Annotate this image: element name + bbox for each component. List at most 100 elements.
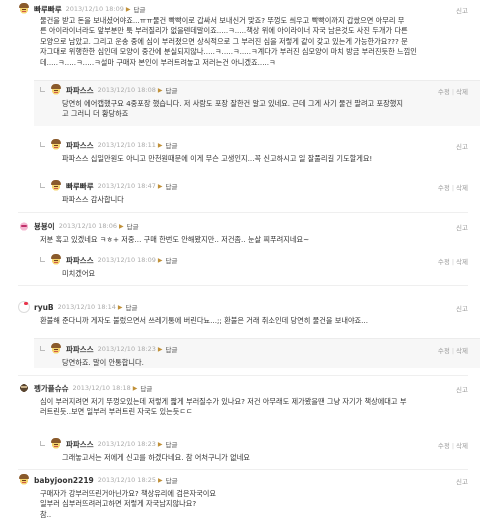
comment-date: 2013/12/10 18:23 xyxy=(97,345,156,353)
delete-link[interactable]: 삭제 xyxy=(456,258,468,266)
reply-link[interactable]: 답글 xyxy=(166,255,178,265)
comment-actions: 신고 xyxy=(456,384,468,394)
divider xyxy=(18,285,468,286)
comment-body: 심이 부러지려면 저기 뚜껑오있는데 저렇게 짧게 부러질수가 있나요? 저건 … xyxy=(40,397,407,417)
edit-link[interactable]: 수정 xyxy=(438,88,450,96)
comment-date: 2013/12/10 18:25 xyxy=(97,476,157,484)
comment-date: 2013/12/10 18:08 xyxy=(97,86,156,94)
delete-link[interactable]: 삭제 xyxy=(456,184,468,192)
comment-actions: 신고 xyxy=(456,476,468,486)
comment-actions: 수정 | 삭제 xyxy=(437,258,468,266)
report-link[interactable]: 신고 xyxy=(456,478,468,486)
comment-body: 당연히 에어캡했구요 4중포장 했습니다. 저 사람도 포장 잘한건 알고 있네… xyxy=(62,99,403,119)
avatar[interactable] xyxy=(50,139,62,151)
report-link[interactable]: 신고 xyxy=(456,224,468,232)
reply-indent-icon xyxy=(40,346,45,351)
reply-arrow-icon: ▶ xyxy=(125,5,131,13)
reply-indent-icon xyxy=(40,87,45,92)
reply-link[interactable]: 답글 xyxy=(126,302,138,312)
reply-arrow-icon: ▶ xyxy=(157,141,163,149)
comment-actions: 신고 xyxy=(456,222,468,232)
edit-link[interactable]: 수정 xyxy=(438,442,450,450)
comment-body: 당연하죠. 말이 안통합니다. xyxy=(62,358,144,367)
avatar[interactable] xyxy=(18,301,30,313)
comment-author[interactable]: 파파스스 xyxy=(66,140,94,151)
comment-date: 2013/12/10 18:09 xyxy=(97,256,156,264)
avatar[interactable] xyxy=(18,382,30,394)
reply-arrow-icon: ▶ xyxy=(117,303,123,311)
edit-link[interactable]: 수정 xyxy=(438,184,450,192)
reply-arrow-icon: ▶ xyxy=(157,182,163,190)
avatar[interactable] xyxy=(50,438,62,450)
reply-indent-icon xyxy=(40,183,45,188)
comment-actions: 수정 | 삭제 xyxy=(437,184,468,192)
reply-arrow-icon: ▶ xyxy=(157,86,163,94)
comment-author[interactable]: 파파스스 xyxy=(66,439,94,450)
report-link[interactable]: 신고 xyxy=(456,386,468,394)
reply-link[interactable]: 답글 xyxy=(166,439,178,449)
reply-arrow-icon: ▶ xyxy=(158,476,163,484)
comment-actions: 신고 xyxy=(456,141,468,151)
comment-date: 2013/12/10 18:09 xyxy=(65,5,124,13)
comment-author[interactable]: 파파스스 xyxy=(66,344,94,355)
comment-author[interactable]: babyjoon2219 xyxy=(34,476,94,485)
comment-author[interactable]: 파파스스 xyxy=(66,255,94,266)
comment-date: 2013/12/10 18:06 xyxy=(58,222,117,230)
reply-arrow-icon: ▶ xyxy=(157,440,163,448)
comment-date: 2013/12/10 18:11 xyxy=(97,141,156,149)
comment-author[interactable]: 빠루빠루 xyxy=(34,4,62,15)
reply-link[interactable]: 답글 xyxy=(166,475,178,485)
comment-actions: 수정 | 삭제 xyxy=(437,88,468,96)
comment-body: 미치겠어요 xyxy=(62,269,96,278)
comment-body: 그래놓고서는 저에게 신고를 하겠다네요. 참 어처구니가 없네요 xyxy=(62,453,250,462)
reply-link[interactable]: 답글 xyxy=(140,383,152,393)
reply-arrow-icon: ▶ xyxy=(157,345,163,353)
comment-actions: 수정 | 삭제 xyxy=(437,347,468,355)
avatar[interactable] xyxy=(50,84,62,96)
comment-author[interactable]: 파파스스 xyxy=(66,85,94,96)
reply-indent-icon xyxy=(40,257,45,262)
divider xyxy=(18,212,468,213)
comment-body: 구매자가 강부러뜨린거아닌가요? 책상유리에 검은자국이요 일부러 심부러뜨려러… xyxy=(40,489,216,519)
divider xyxy=(18,469,468,470)
avatar[interactable] xyxy=(50,254,62,266)
comment-author[interactable]: 뵹뵹이 xyxy=(34,221,55,232)
reply-indent-icon xyxy=(40,142,45,147)
reply-link[interactable]: 답글 xyxy=(166,140,178,150)
comment-body: 물건을 받고 돈을 보내셨어야죠...ㅠㅠ물건 빡빡이로 갑싸서 보내신거 맞죠… xyxy=(40,16,417,67)
comment-body: 파파스스 십일만원도 아니고 만천원때문에 이게 무슨 고생인지...꼭 신고하… xyxy=(62,154,373,163)
avatar[interactable] xyxy=(50,343,62,355)
comment-date: 2013/12/10 18:47 xyxy=(97,182,156,190)
edit-link[interactable]: 수정 xyxy=(438,258,450,266)
comment-body: 저분 혹고 있겠네요 ㅋㅎ+ 저중... 구매 한번도 안해봤지만.. 저건좀.… xyxy=(40,235,310,244)
comment-actions: 수정 | 삭제 xyxy=(437,442,468,450)
comment-date: 2013/12/10 18:18 xyxy=(72,384,131,392)
delete-link[interactable]: 삭제 xyxy=(456,347,468,355)
avatar[interactable] xyxy=(50,180,62,192)
reply-link[interactable]: 답글 xyxy=(166,181,178,191)
reply-arrow-icon: ▶ xyxy=(118,222,124,230)
delete-link[interactable]: 삭제 xyxy=(456,442,468,450)
reply-arrow-icon: ▶ xyxy=(132,384,138,392)
comment-date: 2013/12/10 18:14 xyxy=(57,303,116,311)
comment-body: 파파스스 감사합니다 xyxy=(62,195,124,204)
comment-author[interactable]: ryuB xyxy=(34,303,54,312)
report-link[interactable]: 신고 xyxy=(456,143,468,151)
avatar[interactable] xyxy=(18,3,30,15)
comment-author[interactable]: 빠루빠루 xyxy=(66,181,94,192)
reply-indent-icon xyxy=(40,441,45,446)
reply-link[interactable]: 답글 xyxy=(166,85,178,95)
report-link[interactable]: 신고 xyxy=(456,7,468,15)
reply-link[interactable]: 답글 xyxy=(134,4,146,14)
edit-link[interactable]: 수정 xyxy=(438,347,450,355)
avatar[interactable] xyxy=(18,474,30,486)
comment-actions: 신고 xyxy=(456,5,468,15)
reply-link[interactable]: 답글 xyxy=(166,344,178,354)
reply-link[interactable]: 답글 xyxy=(127,221,139,231)
comment-actions: 신고 xyxy=(456,303,468,313)
avatar[interactable] xyxy=(18,220,30,232)
delete-link[interactable]: 삭제 xyxy=(456,88,468,96)
comment-author[interactable]: 펭가플슈슈 xyxy=(34,383,69,394)
report-link[interactable]: 신고 xyxy=(456,305,468,313)
divider xyxy=(18,375,468,376)
